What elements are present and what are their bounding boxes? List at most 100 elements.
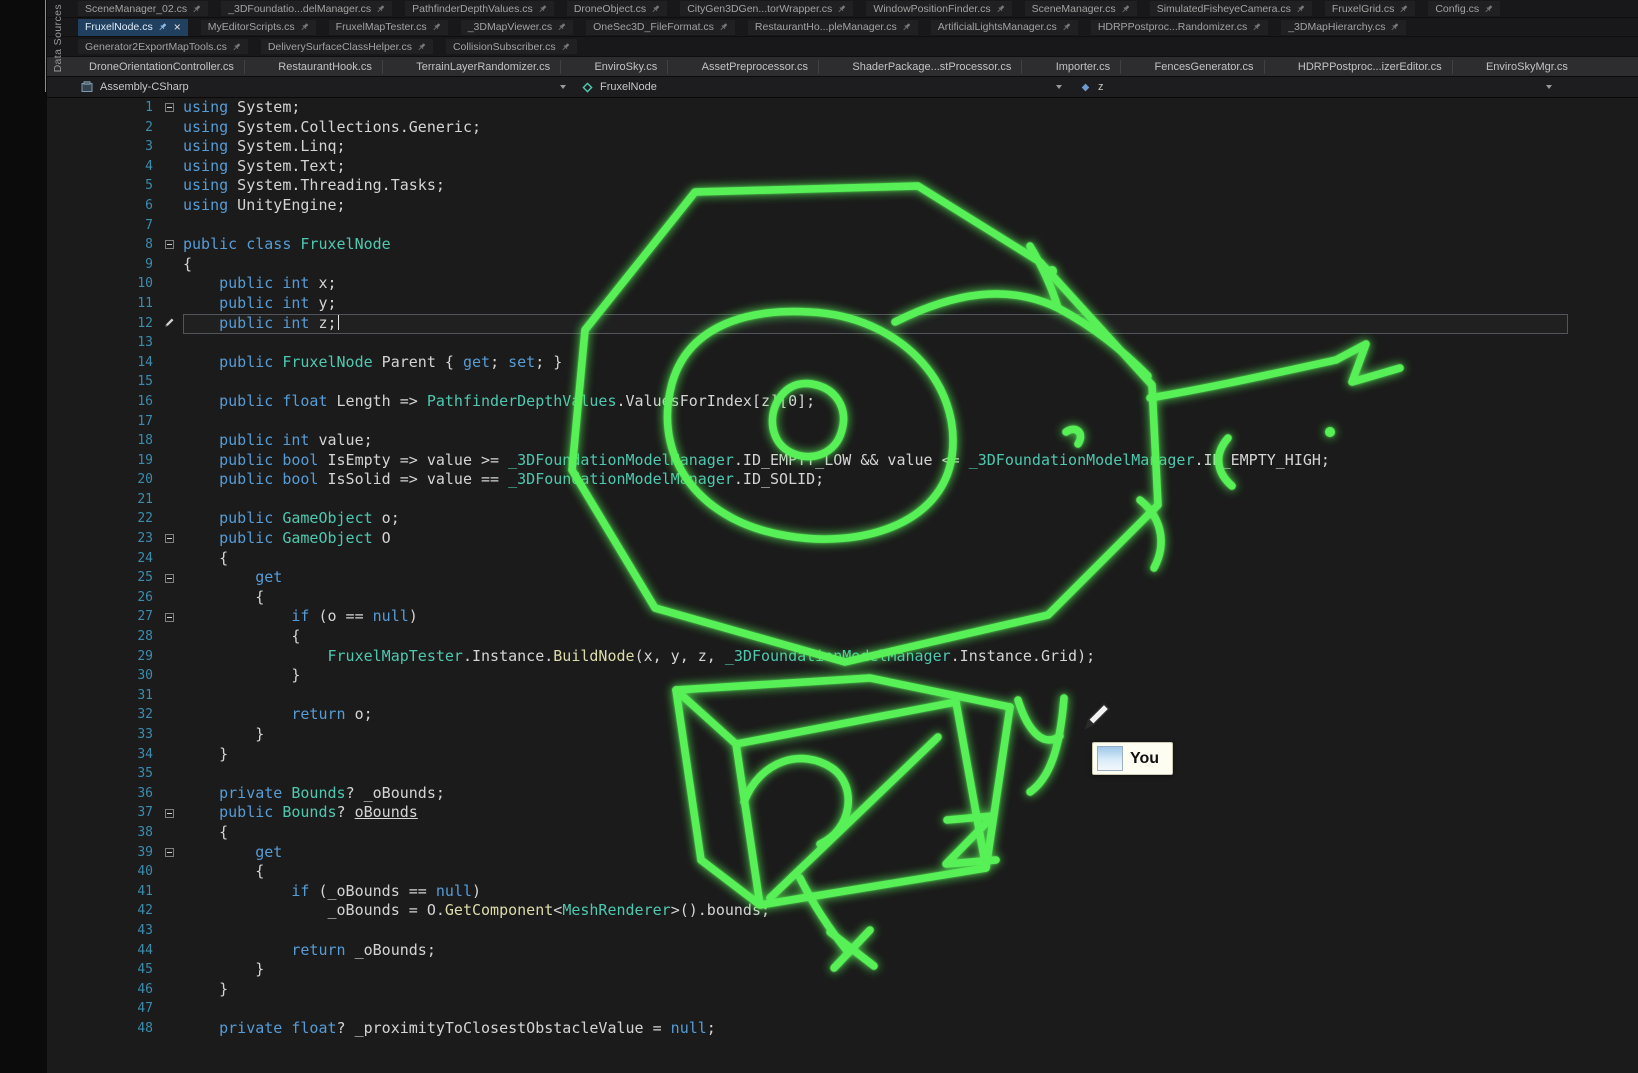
line-number[interactable]: 34 xyxy=(47,745,155,765)
document-tab[interactable]: OneSec3D_FileFormat.cs xyxy=(586,20,735,35)
pin-icon[interactable] xyxy=(1252,22,1261,32)
code-line[interactable]: 22 public GameObject o; xyxy=(47,509,1638,529)
code-line[interactable]: 23 public GameObject O xyxy=(47,529,1638,549)
pin-icon[interactable] xyxy=(1390,22,1399,32)
line-number[interactable]: 33 xyxy=(47,725,155,745)
code-line[interactable]: 37 public Bounds? oBounds xyxy=(47,803,1638,823)
line-number[interactable]: 48 xyxy=(47,1019,155,1039)
fold-collapse-icon[interactable] xyxy=(165,103,174,112)
line-number[interactable]: 36 xyxy=(47,784,155,804)
document-tab[interactable]: ArtificialLightsManager.cs xyxy=(931,20,1078,35)
line-number[interactable]: 37 xyxy=(47,803,155,823)
pin-icon[interactable] xyxy=(232,42,241,52)
pin-icon[interactable] xyxy=(538,4,547,14)
document-tab[interactable]: _3DMapHierarchy.cs xyxy=(1281,20,1406,35)
document-tab[interactable]: AssetPreprocessor.cs xyxy=(692,60,819,74)
code-line[interactable]: 9{ xyxy=(47,255,1638,275)
close-icon[interactable]: × xyxy=(174,22,181,32)
line-number[interactable]: 16 xyxy=(47,392,155,412)
line-number[interactable]: 45 xyxy=(47,960,155,980)
line-number[interactable]: 18 xyxy=(47,431,155,451)
code-line[interactable]: 36 private Bounds? _oBounds; xyxy=(47,784,1638,804)
document-tab[interactable]: EnviroSkyMgr.cs xyxy=(1476,60,1578,74)
document-tab[interactable]: FencesGenerator.cs xyxy=(1144,60,1264,74)
line-number[interactable]: 30 xyxy=(47,666,155,686)
fold-collapse-icon[interactable] xyxy=(165,848,174,857)
line-number[interactable]: 41 xyxy=(47,882,155,902)
code-line[interactable]: 14 public FruxelNode Parent { get; set; … xyxy=(47,353,1638,373)
document-tab[interactable]: WindowPositionFinder.cs xyxy=(866,1,1011,16)
document-tab[interactable]: DroneOrientationController.cs xyxy=(79,60,245,74)
document-tab[interactable]: RestaurantHo...pleManager.cs xyxy=(748,20,918,35)
code-line[interactable]: 34 } xyxy=(47,745,1638,765)
pin-icon[interactable] xyxy=(158,22,167,32)
code-line[interactable]: 45 } xyxy=(47,960,1638,980)
document-tab[interactable]: CityGen3DGen...torWrapper.cs xyxy=(680,1,853,16)
pin-icon[interactable] xyxy=(1062,22,1071,32)
line-number[interactable]: 2 xyxy=(47,118,155,138)
code-line[interactable]: 26 { xyxy=(47,588,1638,608)
pin-icon[interactable] xyxy=(561,42,570,52)
line-number[interactable]: 7 xyxy=(47,216,155,236)
code-line[interactable]: 12 public int z; xyxy=(47,314,1638,334)
pin-icon[interactable] xyxy=(557,22,566,32)
code-line[interactable]: 29 FruxelMapTester.Instance.BuildNode(x,… xyxy=(47,647,1638,667)
pin-icon[interactable] xyxy=(837,4,846,14)
line-number[interactable]: 27 xyxy=(47,607,155,627)
code-line[interactable]: 15 xyxy=(47,372,1638,392)
document-tab[interactable]: Config.cs xyxy=(1428,1,1500,16)
line-number[interactable]: 44 xyxy=(47,941,155,961)
code-line[interactable]: 17 xyxy=(47,412,1638,432)
line-number[interactable]: 40 xyxy=(47,862,155,882)
code-line[interactable]: 48 private float? _proximityToClosestObs… xyxy=(47,1019,1638,1039)
line-number[interactable]: 47 xyxy=(47,999,155,1019)
code-editor[interactable]: 1using System;2using System.Collections.… xyxy=(47,98,1638,1073)
line-number[interactable]: 42 xyxy=(47,901,155,921)
document-tab[interactable]: Importer.cs xyxy=(1046,60,1121,74)
line-number[interactable]: 35 xyxy=(47,764,155,784)
fold-collapse-icon[interactable] xyxy=(165,613,174,622)
document-tab[interactable]: DeliverySurfaceClassHelper.cs xyxy=(261,39,433,54)
document-tab[interactable]: SimulatedFisheyeCamera.cs xyxy=(1150,1,1312,16)
document-tab[interactable]: ShaderPackage...stProcessor.cs xyxy=(842,60,1022,74)
code-line[interactable]: 42 _oBounds = O.GetComponent<MeshRendere… xyxy=(47,901,1638,921)
line-number[interactable]: 14 xyxy=(47,353,155,373)
code-line[interactable]: 46 } xyxy=(47,980,1638,1000)
code-line[interactable]: 47 xyxy=(47,999,1638,1019)
line-number[interactable]: 23 xyxy=(47,529,155,549)
code-line[interactable]: 21 xyxy=(47,490,1638,510)
code-line[interactable]: 33 } xyxy=(47,725,1638,745)
document-tab[interactable]: MyEditorScripts.cs xyxy=(201,20,316,35)
member-dropdown[interactable]: z xyxy=(1068,77,1638,97)
code-line[interactable]: 1using System; xyxy=(47,98,1638,118)
code-line[interactable]: 32 return o; xyxy=(47,705,1638,725)
fold-collapse-icon[interactable] xyxy=(165,240,174,249)
document-tab[interactable]: DroneObject.cs xyxy=(567,1,667,16)
code-line[interactable]: 27 if (o == null) xyxy=(47,607,1638,627)
code-line[interactable]: 30 } xyxy=(47,666,1638,686)
code-line[interactable]: 40 { xyxy=(47,862,1638,882)
code-line[interactable]: 35 xyxy=(47,764,1638,784)
pin-icon[interactable] xyxy=(432,22,441,32)
code-line[interactable]: 16 public float Length => PathfinderDept… xyxy=(47,392,1638,412)
line-number[interactable]: 13 xyxy=(47,333,155,353)
code-line[interactable]: 18 public int value; xyxy=(47,431,1638,451)
pin-icon[interactable] xyxy=(1484,4,1493,14)
code-line[interactable]: 3using System.Linq; xyxy=(47,137,1638,157)
project-dropdown[interactable]: Assembly-CSharp xyxy=(47,77,572,97)
code-line[interactable]: 13 xyxy=(47,333,1638,353)
line-number[interactable]: 17 xyxy=(47,412,155,432)
code-line[interactable]: 8public class FruxelNode xyxy=(47,235,1638,255)
line-number[interactable]: 28 xyxy=(47,627,155,647)
code-line[interactable]: 41 if (_oBounds == null) xyxy=(47,882,1638,902)
document-tab[interactable]: FruxelMapTester.cs xyxy=(329,20,448,35)
line-number[interactable]: 24 xyxy=(47,549,155,569)
pin-icon[interactable] xyxy=(996,4,1005,14)
code-line[interactable]: 7 xyxy=(47,216,1638,236)
pin-icon[interactable] xyxy=(1121,4,1130,14)
code-line[interactable]: 5using System.Threading.Tasks; xyxy=(47,176,1638,196)
code-line[interactable]: 38 { xyxy=(47,823,1638,843)
pin-icon[interactable] xyxy=(1399,4,1408,14)
line-number[interactable]: 4 xyxy=(47,157,155,177)
tool-tab-data-sources[interactable]: Data Sources xyxy=(52,4,64,72)
